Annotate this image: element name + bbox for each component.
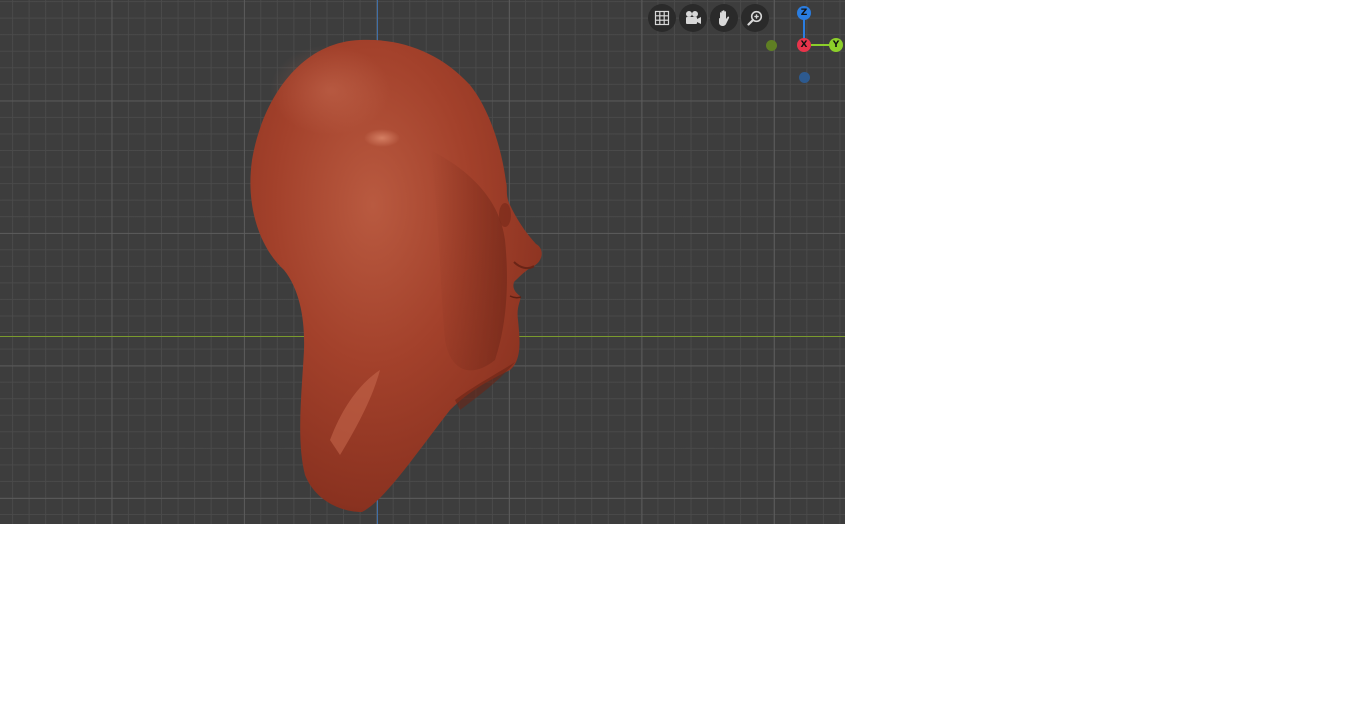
y-axis-stem [811,44,830,46]
orientation-gizmo[interactable]: Z X Y [760,0,845,90]
grid-icon [654,10,670,26]
3d-viewport[interactable]: Z X Y [0,0,845,524]
pan-button[interactable] [710,4,738,32]
toggle-grid-button[interactable] [648,4,676,32]
camera-button[interactable] [679,4,707,32]
neg-z-axis-handle[interactable] [798,71,810,83]
z-axis-handle[interactable]: Z [797,6,811,20]
neg-y-axis-handle[interactable] [766,39,777,51]
hand-icon [719,10,730,26]
brow-highlight [364,129,400,147]
z-axis-stem [803,19,805,38]
eye-socket [499,203,511,227]
navigation-toolbar [648,4,769,32]
camera-icon [686,11,701,24]
cranium-sheen [270,45,390,135]
y-axis-handle[interactable]: Y [829,38,843,52]
x-axis-handle[interactable]: X [797,38,811,52]
sculpted-head-model[interactable] [0,0,845,524]
